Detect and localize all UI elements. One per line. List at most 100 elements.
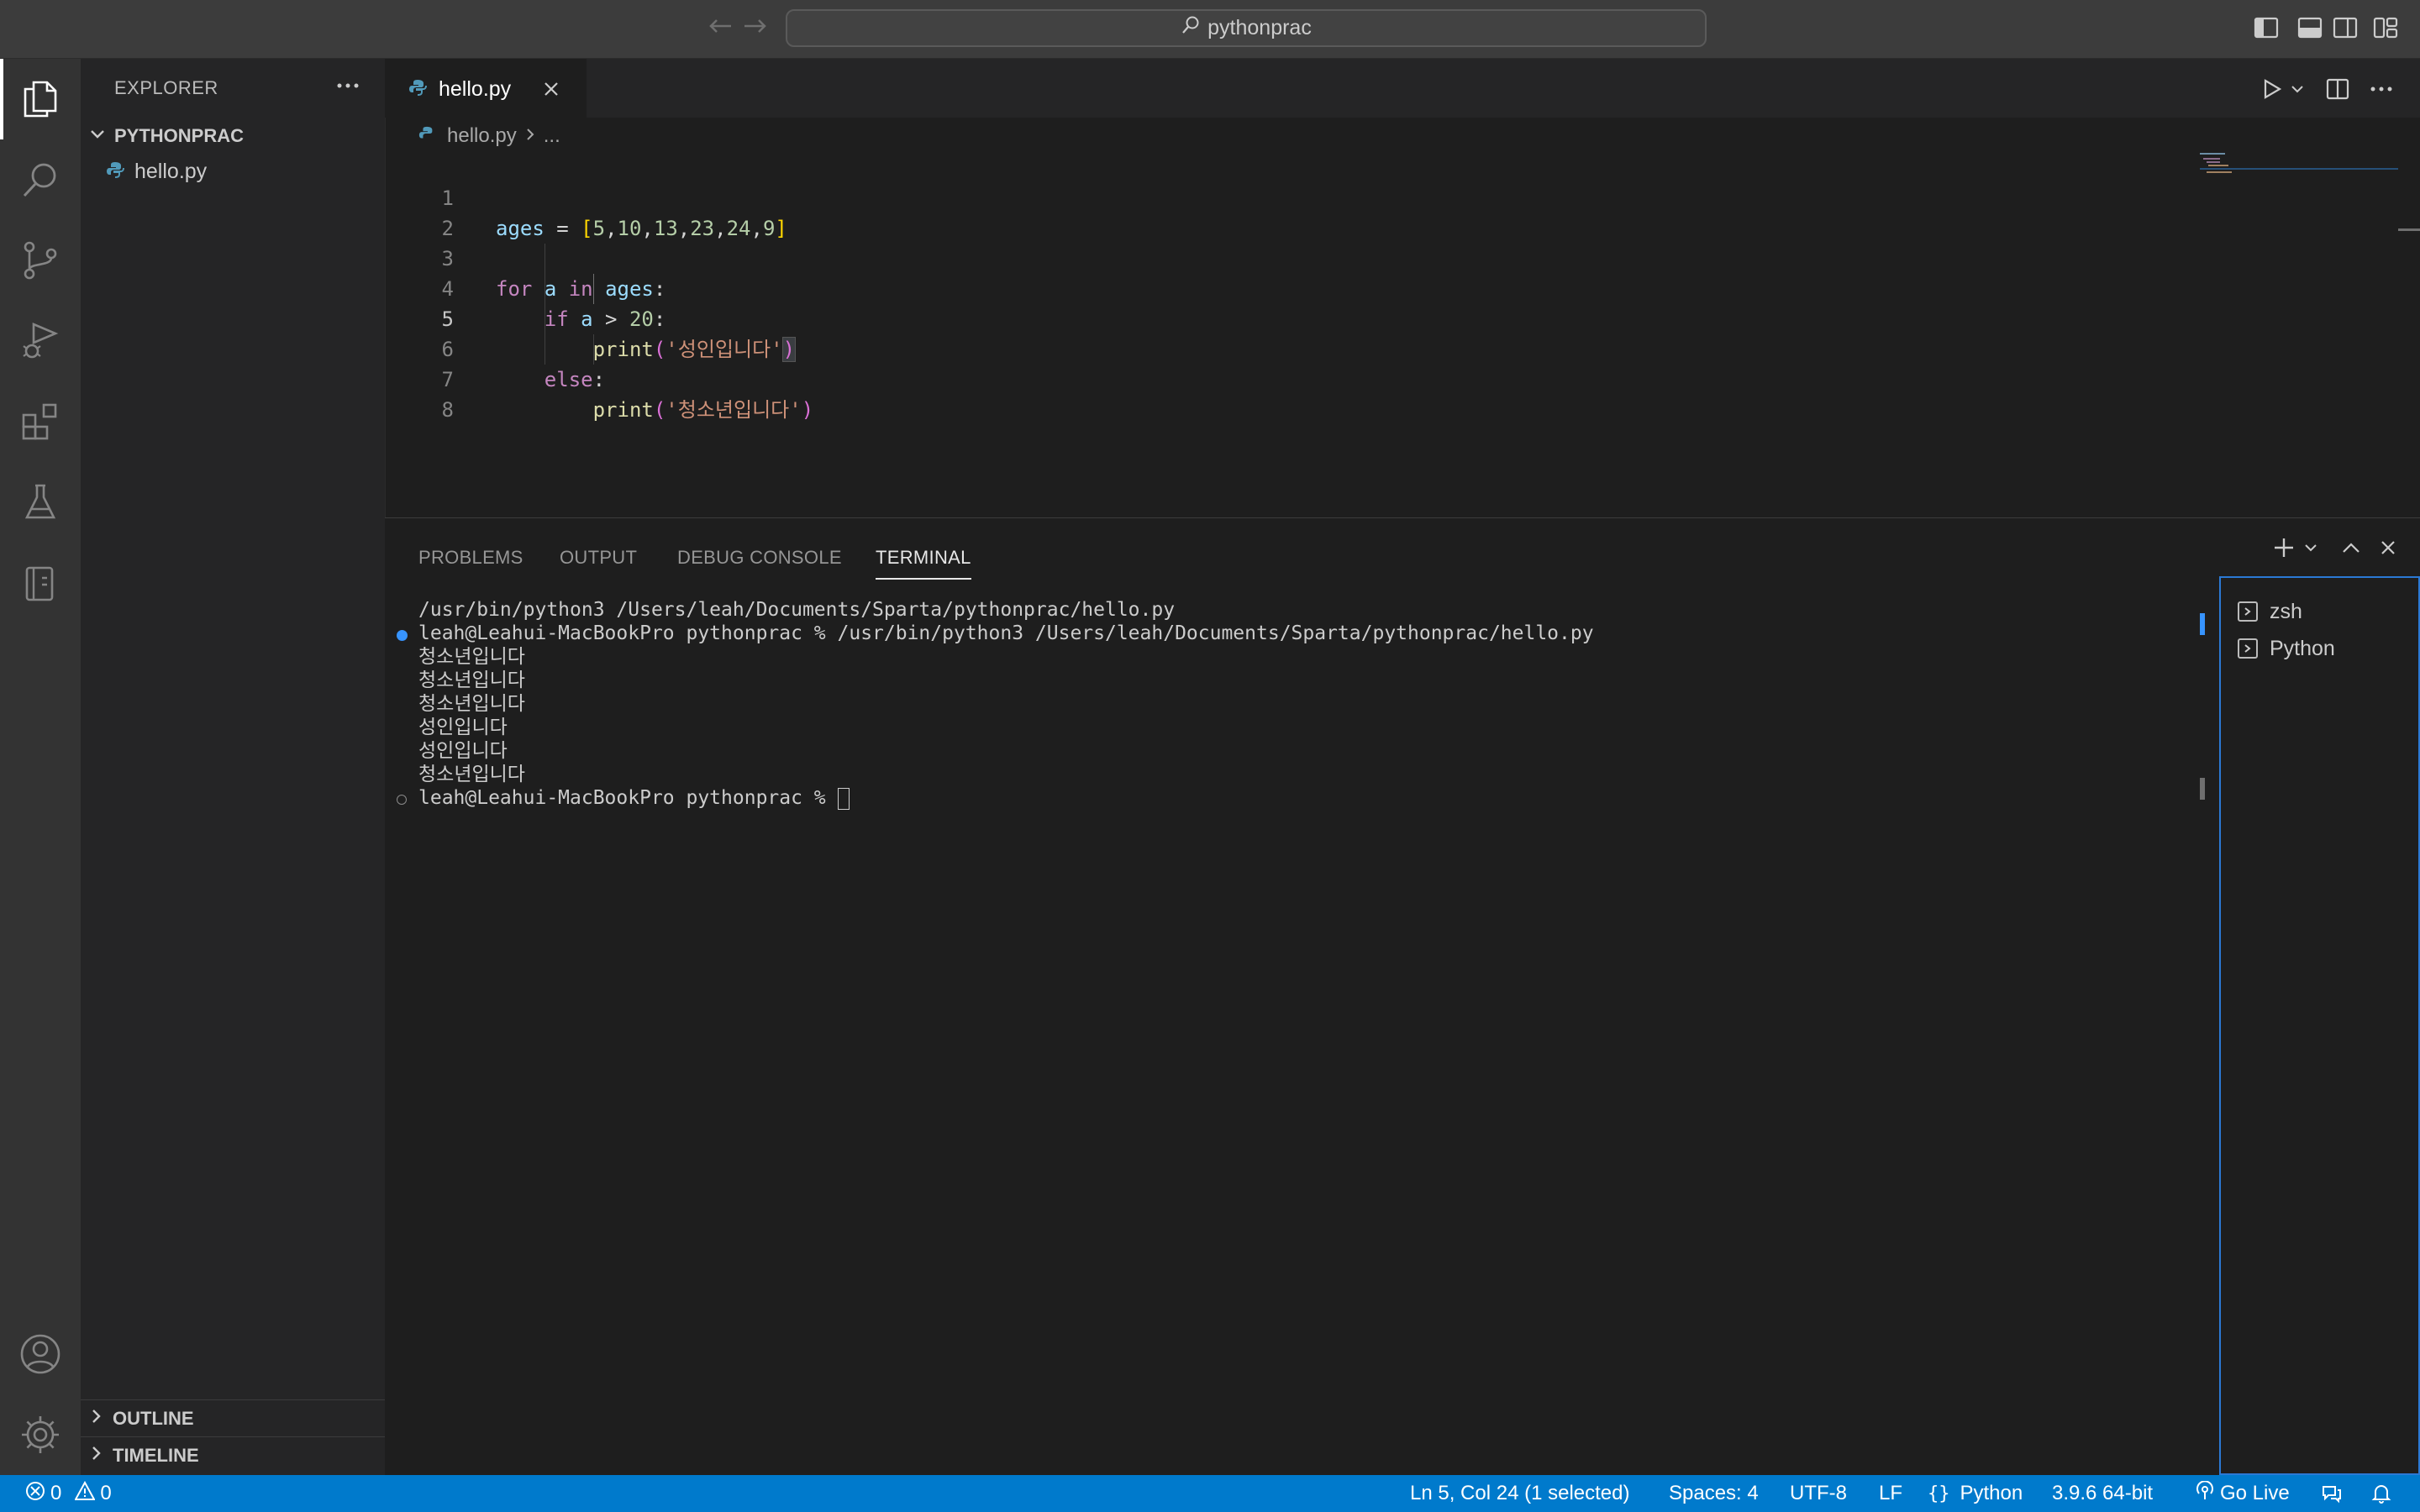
explorer-files-icon[interactable] [0,59,81,139]
command-success-dot-icon [397,630,408,641]
terminal-options-chevron-icon[interactable] [2299,533,2323,563]
python-file-icon [106,160,124,183]
command-pending-dot-icon [397,795,407,805]
language-mode-status[interactable]: {} Python [1928,1475,2023,1512]
maximize-panel-icon[interactable] [2336,533,2366,563]
chevron-right-icon [91,1408,103,1430]
run-python-file-icon[interactable] [2255,72,2289,106]
indent-guide [544,334,545,365]
terminal-scroll-marker [2200,778,2205,800]
more-actions-icon[interactable] [333,71,363,101]
go-live-label: Go Live [2220,1482,2290,1504]
close-panel-icon[interactable] [2373,533,2403,563]
terminal-line: 청소년입니다 [418,669,525,691]
terminal-line: 청소년입니다 [418,646,525,668]
split-editor-icon[interactable] [2321,72,2354,106]
tab-hello-py[interactable]: hello.py [385,59,587,118]
timeline-label: TIMELINE [113,1445,199,1466]
minimap[interactable] [2200,153,2420,514]
forward-arrow-icon[interactable] [741,12,770,40]
tab-label: hello.py [439,76,512,101]
broadcast-icon [2195,1479,2215,1507]
terminal-line: leah@Leahui-MacBookPro pythonprac % /usr… [418,622,1594,644]
language-label: Python [1960,1482,2023,1504]
command-center-search[interactable]: pythonprac [786,9,1707,47]
back-arrow-icon[interactable] [706,12,734,40]
chevron-right-icon [91,1445,103,1467]
outline-section[interactable]: OUTLINE [81,1399,385,1437]
code-line: 4 if a > 20: [385,244,666,331]
terminal-icon [2238,601,2258,622]
encoding-status[interactable]: UTF-8 [1790,1475,1847,1512]
terminal-line: 성인입니다 [418,740,508,762]
eol-status[interactable]: LF [1879,1475,1902,1512]
terminal-name: Python [2270,636,2335,660]
error-count: 0 [50,1482,62,1504]
terminal-output[interactable]: /usr/bin/python3 /Users/leah/Documents/S… [418,598,2200,1455]
status-bar: 0 0 Ln 5, Col 24 (1 selected) Spaces: 4 … [0,1475,2420,1512]
code-line-active: 5 print('성인입니다') [385,274,797,362]
tab-problems[interactable]: PROBLEMS [418,538,523,578]
new-terminal-plus-icon[interactable] [2269,533,2299,563]
tab-terminal[interactable]: TERMINAL [876,538,971,580]
timeline-section[interactable]: TIMELINE [81,1436,385,1474]
breadcrumb: hello.py ... [385,118,560,155]
tab-output[interactable]: OUTPUT [560,538,637,578]
close-tab-icon[interactable] [543,81,560,97]
terminal-prompt: leah@Leahui-MacBookPro pythonprac % [418,786,850,810]
terminal-line: 성인입니다 [418,717,508,738]
go-live-status[interactable]: Go Live [2195,1475,2290,1512]
explorer-sidebar: EXPLORER PYTHONPRAC hello.py OUTLINE TIM… [81,59,386,1475]
error-icon [25,1481,45,1507]
account-icon[interactable] [0,1314,81,1394]
interpreter-status[interactable]: 3.9.6 64-bit [2052,1475,2153,1512]
search-icon [1181,15,1201,41]
code-line: 3 for a in ages: [385,213,666,301]
editor-more-actions-icon[interactable] [2365,72,2398,106]
search-label: pythonprac [1207,16,1312,39]
extensions-icon[interactable] [0,381,81,462]
terminal-line: /usr/bin/python3 /Users/leah/Documents/S… [418,599,1176,621]
warning-icon [74,1480,97,1507]
settings-gear-icon[interactable] [0,1394,81,1475]
testing-flask-icon[interactable] [0,462,81,543]
cursor-position-status[interactable]: Ln 5, Col 24 (1 selected) [1410,1475,1629,1512]
run-options-chevron-icon[interactable] [2286,72,2309,106]
search-activity-icon[interactable] [0,139,81,220]
indent-guide [593,334,594,365]
terminal-cursor [837,787,850,810]
explorer-header: EXPLORER [114,77,218,98]
feedback-icon[interactable] [2321,1475,2343,1512]
chevron-right-icon [525,124,535,148]
python-file-icon [408,78,427,101]
code-line: 7 print('청소년입니다') [385,334,814,422]
notifications-bell-icon[interactable] [2371,1475,2391,1512]
customize-layout-icon[interactable] [2371,13,2400,42]
toggle-primary-sidebar-icon[interactable] [2252,13,2281,42]
toggle-secondary-sidebar-icon[interactable] [2331,13,2360,42]
source-control-icon[interactable] [0,220,81,301]
code-line: 6 else: [385,304,606,391]
terminal-icon [2238,638,2258,659]
code-line: 1 ages = [5,10,13,23,24,9] [385,153,787,240]
terminal-item-zsh[interactable]: zsh [2238,595,2302,628]
prompt-text: leah@Leahui-MacBookPro pythonprac % [418,787,838,809]
problems-status[interactable]: 0 0 [25,1475,112,1512]
tab-debug-console[interactable]: DEBUG CONSOLE [677,538,842,578]
editor-tab-bar [385,59,2420,118]
terminal-line: 청소년입니다 [418,693,525,715]
toggle-panel-icon[interactable] [2296,13,2324,42]
project-folder-row[interactable]: PYTHONPRAC [81,119,385,153]
code-line: 8 [385,365,454,422]
braces-icon: {} [1928,1483,1950,1504]
indentation-status[interactable]: Spaces: 4 [1669,1475,1759,1512]
run-debug-icon[interactable] [0,301,81,381]
terminal-item-python[interactable]: Python [2238,632,2335,665]
code-editor[interactable]: 1 ages = [5,10,13,23,24,9] 2 3 for a in … [385,153,2200,514]
remote-explorer-icon[interactable] [0,543,81,623]
breadcrumb-file[interactable]: hello.py [447,124,517,148]
breadcrumb-symbols[interactable]: ... [544,124,560,148]
file-item-hello-py[interactable]: hello.py [81,155,385,188]
terminal-scroll-marker [2200,613,2205,635]
indent-guide [593,274,594,304]
